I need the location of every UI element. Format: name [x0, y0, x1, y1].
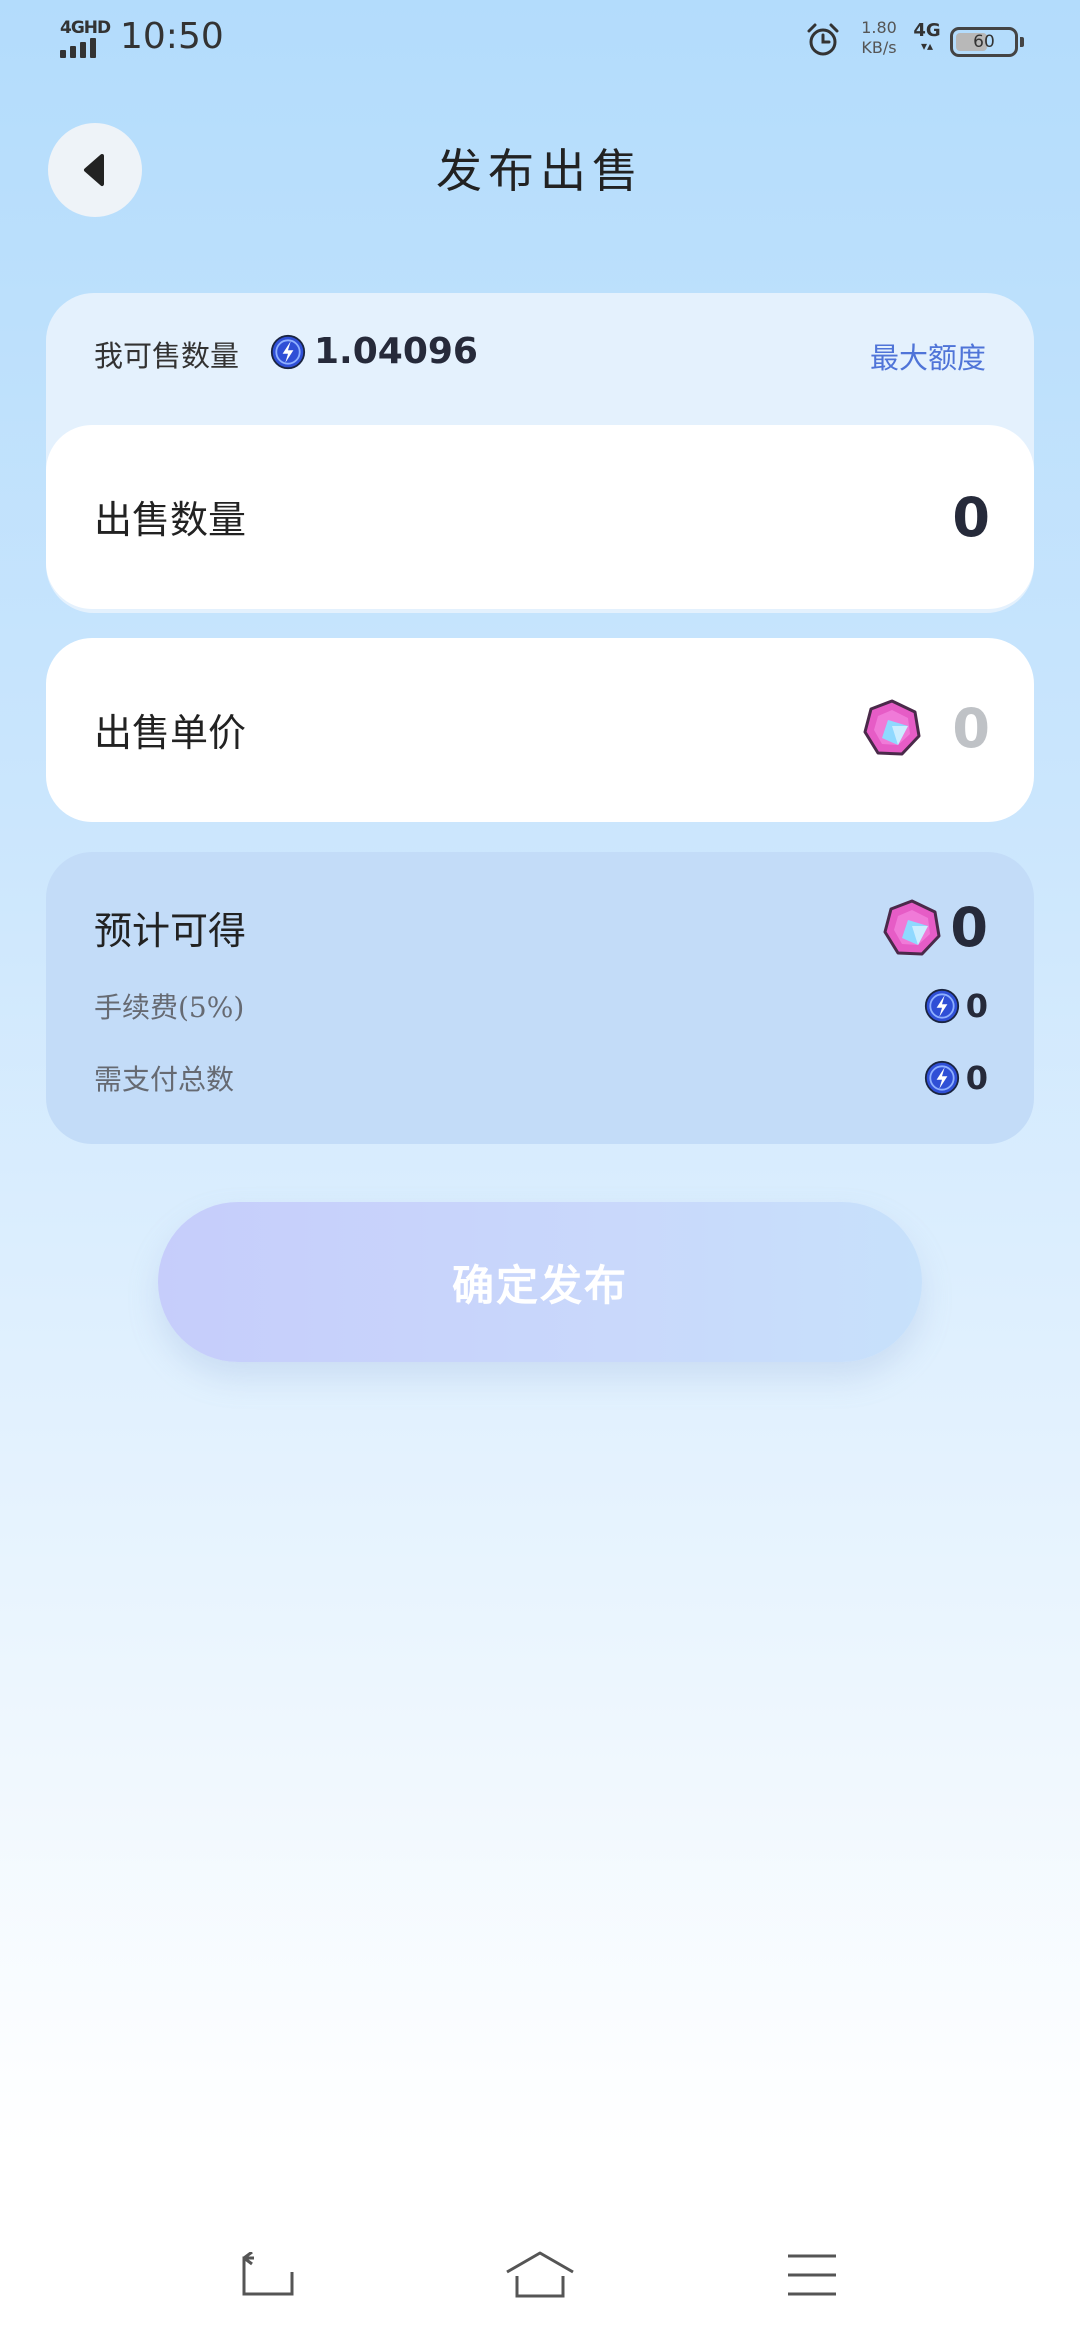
coin-icon — [270, 334, 306, 369]
nav-back-icon — [242, 2252, 294, 2296]
mobile-data-icon: 4G ▾▴ — [913, 20, 941, 53]
mobile-data-label: 4G — [913, 20, 941, 41]
available-amount: 1.04096 — [314, 331, 478, 372]
confirm-publish-button[interactable]: 确定发布 — [158, 1202, 922, 1362]
fee-label: 手续费(5%) — [94, 991, 245, 1024]
cellular-signal-icon: 4GHD — [60, 18, 111, 58]
fee-amount: 0 — [965, 987, 988, 1025]
coin-icon — [924, 1060, 959, 1096]
coin-icon — [924, 988, 959, 1024]
alarm-icon — [807, 23, 839, 56]
available-label: 我可售数量 — [94, 339, 240, 373]
fee-value: 0 — [924, 987, 988, 1025]
total-label: 需支付总数 — [94, 1063, 235, 1096]
fee-row: 手续费(5%) 0 — [94, 986, 988, 1026]
page-title: 发布出售 — [436, 144, 644, 198]
gem-icon — [883, 899, 941, 955]
nav-back-button[interactable] — [228, 2240, 308, 2310]
speed-unit: KB/s — [861, 38, 897, 57]
battery-level: 60 — [973, 32, 995, 52]
gem-icon — [863, 699, 921, 756]
speed-value: 1.80 — [861, 18, 897, 37]
total-row: 需支付总数 0 — [94, 1058, 988, 1098]
home-icon — [506, 2251, 574, 2298]
battery-icon: 60 — [950, 27, 1024, 57]
status-time: 10:50 — [120, 16, 224, 57]
unit-price-card: 出售单价 — [46, 638, 1034, 822]
nav-menu-button[interactable] — [772, 2240, 852, 2310]
quantity-label: 出售数量 — [94, 498, 247, 542]
network-type: 4GHD — [60, 18, 111, 38]
nav-home-button[interactable] — [500, 2240, 580, 2310]
total-amount: 0 — [965, 1059, 988, 1097]
network-speed: 1.80 KB/s — [858, 18, 900, 58]
unit-price-input[interactable] — [930, 690, 990, 766]
estimate-value: 0 — [882, 896, 988, 959]
unit-price-value — [862, 690, 990, 766]
estimate-card: 预计可得 0 手续费(5%) 0 需支付总数 0 — [46, 852, 1034, 1144]
quantity-card: 出售数量 — [46, 425, 1034, 609]
estimate-amount: 0 — [950, 896, 988, 959]
menu-icon — [788, 2254, 836, 2296]
quantity-input[interactable] — [690, 479, 990, 555]
unit-price-label: 出售单价 — [94, 711, 247, 755]
available-value: 1.04096 — [270, 331, 478, 372]
total-value: 0 — [924, 1059, 988, 1097]
max-amount-button[interactable]: 最大额度 — [870, 335, 986, 377]
estimate-label: 预计可得 — [94, 909, 247, 953]
status-bar: 4GHD 10:50 1.80 KB/s 4G ▾▴ 60 — [0, 0, 1080, 80]
